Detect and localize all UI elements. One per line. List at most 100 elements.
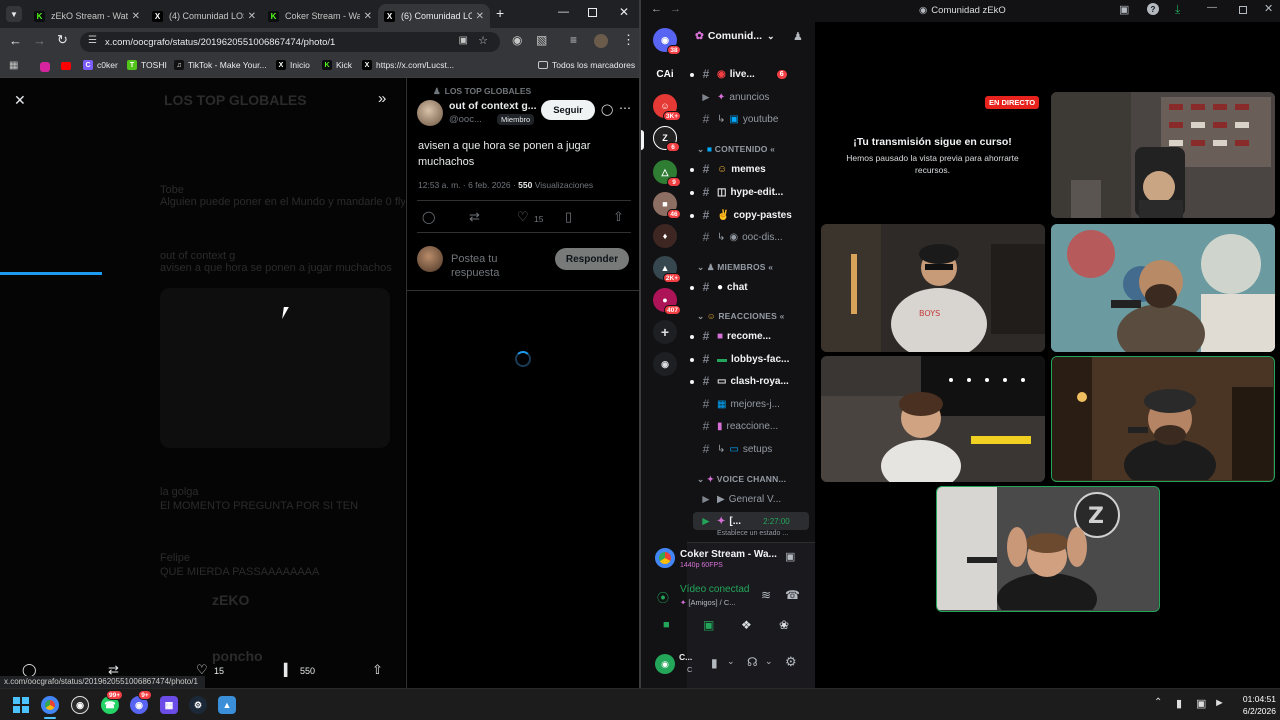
minimize-button[interactable]: — [558,6,569,18]
channel-setups[interactable]: # ↳ ▭ setups [699,442,773,456]
media-icon[interactable]: ≡ [570,33,577,47]
reply-button[interactable]: Responder [555,248,629,270]
help-icon[interactable]: ? [1147,3,1159,15]
avatar[interactable] [417,100,443,126]
video-tile[interactable] [1051,92,1275,218]
maximize-button[interactable] [588,8,597,17]
server-icon[interactable]: ● 407 [653,288,681,315]
forward-icon[interactable]: → [670,3,681,15]
video-tile[interactable]: BOYS [821,224,1045,352]
volume-icon[interactable]: ► [1214,697,1225,709]
channel-anuncios[interactable]: ► ✦ anuncios [699,90,769,104]
microphone-icon[interactable]: ▮ [1176,697,1182,710]
channel-youtube[interactable]: # ↳ ▣ youtube [699,112,779,126]
bookmark-kick[interactable]: K Kick [322,60,352,70]
repost-icon[interactable]: ⇄ [469,209,480,225]
chevron-down-icon[interactable]: ⌄ [727,656,735,667]
add-server-icon[interactable]: + [653,320,677,344]
close-icon[interactable]: ✕ [132,11,140,22]
voice-channel-active-label[interactable]: ► ✦ [... 2:27:00 [699,514,790,528]
grok-icon[interactable]: ◯ [601,103,613,116]
maximize-button[interactable] [1239,6,1247,14]
channel-chat[interactable]: # ● chat [699,280,748,294]
windows-start-icon[interactable] [12,696,30,714]
soundboard-icon[interactable]: ❀ [779,618,789,632]
app-grid-icon[interactable]: ▦ [160,696,178,714]
user-name[interactable]: C... [679,652,692,662]
discord-icon[interactable]: ◉ 9+ [130,690,152,714]
bookmark-lucst[interactable]: Xhttps://x.com/Lucst... [362,60,454,70]
download-icon[interactable]: ⤓ [1175,2,1180,17]
microphone-icon[interactable]: ▮ [711,656,718,670]
video-tile[interactable] [821,356,1045,482]
tab-search-button[interactable]: ▼ [6,6,22,22]
profile-avatar[interactable] [594,34,608,48]
set-status-hint[interactable]: Establece un estado ... [717,530,788,537]
settings-icon[interactable]: ⚙ [785,654,797,670]
chrome-taskbar-icon[interactable] [41,696,59,714]
address-bar[interactable]: ☰ x.com/oocgrafo/status/2019620551006867… [80,32,500,52]
direct-messages-icon[interactable]: ◉ 38 [653,28,681,55]
clock-time[interactable]: 01:04:51 [1236,694,1276,704]
youtube-icon[interactable] [61,62,71,70]
share-icon[interactable]: ⇧ [613,209,624,225]
bookmark-c0ker[interactable]: Cc0ker [83,60,118,70]
tab-comunidad-4[interactable]: X (4) Comunidad LOS ✕ [146,4,262,28]
photos-icon[interactable]: ▲ [218,696,236,714]
server-name-header[interactable]: ✿ Comunid... ⌄ [695,30,775,42]
views-icon[interactable]: ▍ [284,663,293,677]
author-name[interactable]: out of context g... [449,100,537,112]
follow-button[interactable]: Seguir [541,100,595,120]
noise-suppression-icon[interactable]: ≋ [761,588,771,602]
reload-icon[interactable]: ↻ [57,32,68,48]
server-icon[interactable]: ☺ 3K+ [653,94,681,121]
voice-channel-general[interactable]: ► ▶ General V... [699,492,781,506]
server-zeko[interactable]: Z6 [653,126,680,152]
bookmark-tiktok[interactable]: ♫ TikTok - Make Your... [174,60,267,70]
extensions-icon[interactable]: ◉ [512,33,522,47]
video-tile[interactable] [1051,224,1275,352]
clock-date[interactable]: 6/2/2026 [1230,706,1276,716]
channel-memes[interactable]: # ☺ memes [699,162,766,176]
server-icon[interactable]: ■ 46 [653,192,681,219]
chevron-up-icon[interactable]: ⌃ [1154,697,1162,708]
channel-ooc[interactable]: # ↳ ◉ ooc-dis... [699,230,783,244]
forward-icon[interactable]: → [33,33,46,48]
close-icon[interactable]: ✕ [476,11,484,22]
server-icon[interactable]: ♦ [653,224,677,248]
stop-stream-icon[interactable]: ▣ [785,550,795,563]
expand-icon[interactable]: » [378,90,386,107]
community-label[interactable]: ♟ LOS TOP GLOBALES [433,86,531,97]
site-info-icon[interactable]: ☰ [88,35,97,46]
close-icon[interactable]: ✕ [14,92,26,109]
bookmark-star-icon[interactable]: ☆ [478,34,488,47]
bookmark-inicio[interactable]: X Inicio [276,60,310,70]
channel-mejores[interactable]: # ▦ mejores-j... [699,397,780,411]
channel-clash[interactable]: # ▭ clash-roya... [699,374,789,388]
close-window-button[interactable]: ✕ [1264,2,1273,15]
server-icon[interactable]: ▲ 2K+ [653,256,681,283]
tab-coker-stream[interactable]: K Coker Stream - Watch ✕ [262,4,378,28]
channel-copy[interactable]: # ✌ copy-pastes [699,208,792,222]
category-voice[interactable]: ⌄ ✦ VOICE CHANN... [697,474,786,485]
steam-icon[interactable]: ⚙ [189,696,207,714]
category-miembros[interactable]: ⌄ ♟ MIEMBROS « [697,262,773,273]
channel-hype[interactable]: # ◫ hype-edit... [699,185,784,199]
add-member-icon[interactable]: ♟ [793,30,803,43]
discover-icon[interactable]: ◉ [653,352,677,376]
inbox-icon[interactable]: ▣ [1119,3,1129,16]
bookmark-toshi[interactable]: T TOSHI [127,60,167,70]
category-reacciones[interactable]: ⌄ ☺ REACCIONES « [697,311,785,322]
new-tab-button[interactable]: + [496,5,504,21]
disconnect-icon[interactable]: ☎ [785,588,800,602]
back-icon[interactable]: ← [9,33,22,48]
close-icon[interactable]: ✕ [248,11,256,22]
channel-recome[interactable]: # ■ recome... [699,329,771,343]
back-icon[interactable]: ← [651,3,662,15]
apps-icon[interactable]: ▦ [9,60,18,71]
whatsapp-icon[interactable]: ☎ 99+ [101,690,123,714]
screen-share-icon[interactable]: ▣ [703,618,714,632]
video-tile-self[interactable]: Z [936,486,1160,612]
install-icon[interactable]: ▣ [459,35,468,46]
all-bookmarks[interactable]: Todos los marcadores [538,60,635,70]
